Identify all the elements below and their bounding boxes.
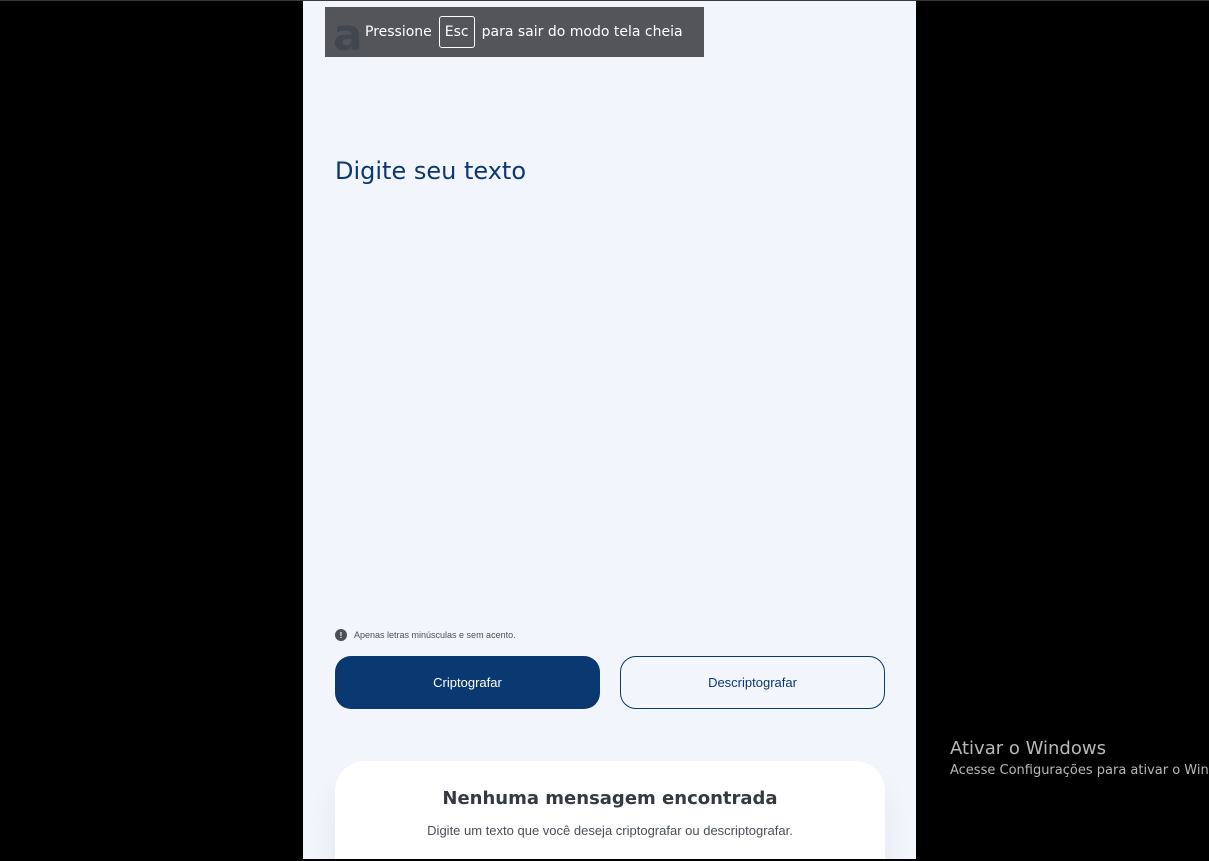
watermark-title: Ativar o Windows [950, 738, 1106, 759]
fullscreen-exit-toast: Pressione Esc para sair do modo tela che… [325, 7, 704, 57]
toast-text-after: para sair do modo tela cheia [481, 24, 683, 40]
screen: a ! Apenas letras minúsculas e sem acent… [0, 0, 1209, 861]
decrypt-button[interactable]: Descriptografar [620, 656, 885, 709]
watermark-subtitle: Acesse Configurações para ativar o Windo… [950, 763, 1209, 778]
hint-text: Apenas letras minúsculas e sem acento. [354, 630, 516, 640]
input-hint: ! Apenas letras minúsculas e sem acento. [335, 629, 516, 641]
result-title: Nenhuma mensagem encontrada [442, 788, 778, 809]
text-input[interactable] [335, 149, 885, 607]
esc-key-badge: Esc [438, 16, 475, 48]
result-text: Digite um texto que você deseja criptogr… [427, 823, 793, 838]
app-page: a ! Apenas letras minúsculas e sem acent… [303, 1, 916, 859]
info-icon: ! [335, 629, 347, 641]
result-card: Nenhuma mensagem encontrada Digite um te… [335, 761, 885, 859]
toast-text-before: Pressione [365, 24, 432, 40]
windows-activation-watermark: Ativar o Windows Acesse Configurações pa… [950, 738, 1209, 782]
encrypt-button[interactable]: Criptografar [335, 656, 600, 709]
